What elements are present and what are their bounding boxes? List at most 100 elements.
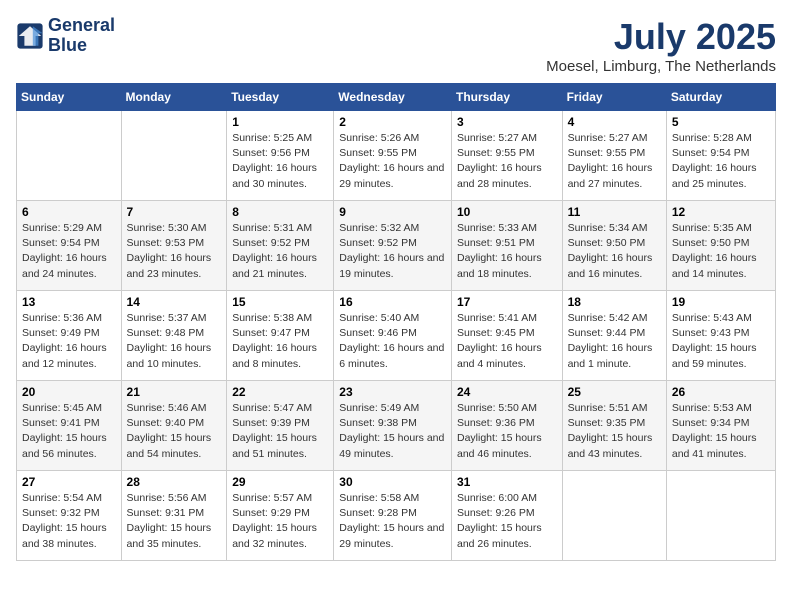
day-number: 18 — [568, 295, 661, 309]
day-cell: 5 Sunrise: 5:28 AM Sunset: 9:54 PM Daylig… — [666, 111, 775, 201]
week-row-2: 6 Sunrise: 5:29 AM Sunset: 9:54 PM Daylig… — [17, 201, 776, 291]
day-number: 9 — [339, 205, 446, 219]
day-detail: Sunrise: 5:38 AM Sunset: 9:47 PM Dayligh… — [232, 311, 328, 372]
day-detail: Sunrise: 5:47 AM Sunset: 9:39 PM Dayligh… — [232, 401, 328, 462]
header-row: SundayMondayTuesdayWednesdayThursdayFrid… — [17, 84, 776, 111]
day-cell: 4 Sunrise: 5:27 AM Sunset: 9:55 PM Daylig… — [562, 111, 666, 201]
month-title: July 2025 — [546, 16, 776, 58]
day-detail: Sunrise: 5:31 AM Sunset: 9:52 PM Dayligh… — [232, 221, 328, 282]
day-number: 31 — [457, 475, 557, 489]
day-detail: Sunrise: 5:51 AM Sunset: 9:35 PM Dayligh… — [568, 401, 661, 462]
day-detail: Sunrise: 5:42 AM Sunset: 9:44 PM Dayligh… — [568, 311, 661, 372]
day-number: 22 — [232, 385, 328, 399]
day-detail: Sunrise: 5:27 AM Sunset: 9:55 PM Dayligh… — [457, 131, 557, 192]
day-number: 14 — [127, 295, 222, 309]
day-detail: Sunrise: 5:30 AM Sunset: 9:53 PM Dayligh… — [127, 221, 222, 282]
day-cell: 28Sunrise: 5:56 AM Sunset: 9:31 PM Dayli… — [121, 471, 227, 561]
header-friday: Friday — [562, 84, 666, 111]
day-detail: Sunrise: 5:45 AM Sunset: 9:41 PM Dayligh… — [22, 401, 116, 462]
day-detail: Sunrise: 5:27 AM Sunset: 9:55 PM Dayligh… — [568, 131, 661, 192]
day-cell: 10Sunrise: 5:33 AM Sunset: 9:51 PM Dayli… — [451, 201, 562, 291]
day-cell: 1 Sunrise: 5:25 AM Sunset: 9:56 PM Daylig… — [227, 111, 334, 201]
header-saturday: Saturday — [666, 84, 775, 111]
day-detail: Sunrise: 5:36 AM Sunset: 9:49 PM Dayligh… — [22, 311, 116, 372]
day-number: 3 — [457, 115, 557, 129]
day-detail: Sunrise: 5:28 AM Sunset: 9:54 PM Dayligh… — [672, 131, 770, 192]
day-detail: Sunrise: 5:29 AM Sunset: 9:54 PM Dayligh… — [22, 221, 116, 282]
day-cell: 21Sunrise: 5:46 AM Sunset: 9:40 PM Dayli… — [121, 381, 227, 471]
day-cell: 24Sunrise: 5:50 AM Sunset: 9:36 PM Dayli… — [451, 381, 562, 471]
day-number: 28 — [127, 475, 222, 489]
day-detail: Sunrise: 5:26 AM Sunset: 9:55 PM Dayligh… — [339, 131, 446, 192]
day-cell: 13 Sunrise: 5:36 AM Sunset: 9:49 PM Dayli… — [17, 291, 122, 381]
day-cell: 11Sunrise: 5:34 AM Sunset: 9:50 PM Dayli… — [562, 201, 666, 291]
day-cell: 19 Sunrise: 5:43 AM Sunset: 9:43 PM Dayli… — [666, 291, 775, 381]
location: Moesel, Limburg, The Netherlands — [546, 58, 776, 75]
day-cell: 2 Sunrise: 5:26 AM Sunset: 9:55 PM Daylig… — [334, 111, 452, 201]
day-detail: Sunrise: 5:40 AM Sunset: 9:46 PM Dayligh… — [339, 311, 446, 372]
day-cell — [562, 471, 666, 561]
day-cell: 25Sunrise: 5:51 AM Sunset: 9:35 PM Dayli… — [562, 381, 666, 471]
day-number: 6 — [22, 205, 116, 219]
day-detail: Sunrise: 5:41 AM Sunset: 9:45 PM Dayligh… — [457, 311, 557, 372]
day-cell: 23 Sunrise: 5:49 AM Sunset: 9:38 PM Dayli… — [334, 381, 452, 471]
day-cell: 7 Sunrise: 5:30 AM Sunset: 9:53 PM Daylig… — [121, 201, 227, 291]
day-number: 29 — [232, 475, 328, 489]
day-cell: 18 Sunrise: 5:42 AM Sunset: 9:44 PM Dayli… — [562, 291, 666, 381]
header-monday: Monday — [121, 84, 227, 111]
day-detail: Sunrise: 5:46 AM Sunset: 9:40 PM Dayligh… — [127, 401, 222, 462]
day-number: 5 — [672, 115, 770, 129]
day-number: 30 — [339, 475, 446, 489]
day-cell: 8 Sunrise: 5:31 AM Sunset: 9:52 PM Daylig… — [227, 201, 334, 291]
day-number: 2 — [339, 115, 446, 129]
day-detail: Sunrise: 5:54 AM Sunset: 9:32 PM Dayligh… — [22, 491, 116, 552]
logo: General Blue — [16, 16, 115, 56]
day-number: 7 — [127, 205, 222, 219]
day-number: 12 — [672, 205, 770, 219]
day-detail: Sunrise: 5:35 AM Sunset: 9:50 PM Dayligh… — [672, 221, 770, 282]
day-cell: 17 Sunrise: 5:41 AM Sunset: 9:45 PM Dayli… — [451, 291, 562, 381]
day-number: 10 — [457, 205, 557, 219]
day-number: 26 — [672, 385, 770, 399]
day-detail: Sunrise: 5:58 AM Sunset: 9:28 PM Dayligh… — [339, 491, 446, 552]
day-detail: Sunrise: 5:53 AM Sunset: 9:34 PM Dayligh… — [672, 401, 770, 462]
day-detail: Sunrise: 5:34 AM Sunset: 9:50 PM Dayligh… — [568, 221, 661, 282]
day-cell: 22 Sunrise: 5:47 AM Sunset: 9:39 PM Dayli… — [227, 381, 334, 471]
day-number: 1 — [232, 115, 328, 129]
header-sunday: Sunday — [17, 84, 122, 111]
day-cell: 9 Sunrise: 5:32 AM Sunset: 9:52 PM Daylig… — [334, 201, 452, 291]
week-row-1: 1 Sunrise: 5:25 AM Sunset: 9:56 PM Daylig… — [17, 111, 776, 201]
day-number: 16 — [339, 295, 446, 309]
day-detail: Sunrise: 5:57 AM Sunset: 9:29 PM Dayligh… — [232, 491, 328, 552]
day-cell: 15Sunrise: 5:38 AM Sunset: 9:47 PM Dayli… — [227, 291, 334, 381]
day-cell: 31 Sunrise: 6:00 AM Sunset: 9:26 PM Dayli… — [451, 471, 562, 561]
day-cell: 3 Sunrise: 5:27 AM Sunset: 9:55 PM Daylig… — [451, 111, 562, 201]
day-detail: Sunrise: 5:25 AM Sunset: 9:56 PM Dayligh… — [232, 131, 328, 192]
day-number: 8 — [232, 205, 328, 219]
week-row-3: 13 Sunrise: 5:36 AM Sunset: 9:49 PM Dayli… — [17, 291, 776, 381]
day-number: 23 — [339, 385, 446, 399]
day-number: 19 — [672, 295, 770, 309]
day-cell: 12 Sunrise: 5:35 AM Sunset: 9:50 PM Dayli… — [666, 201, 775, 291]
day-cell: 26 Sunrise: 5:53 AM Sunset: 9:34 PM Dayli… — [666, 381, 775, 471]
logo-icon — [16, 22, 44, 50]
day-number: 17 — [457, 295, 557, 309]
day-cell: 27Sunrise: 5:54 AM Sunset: 9:32 PM Dayli… — [17, 471, 122, 561]
day-number: 24 — [457, 385, 557, 399]
logo-text: General Blue — [48, 16, 115, 56]
week-row-4: 20 Sunrise: 5:45 AM Sunset: 9:41 PM Dayli… — [17, 381, 776, 471]
header-tuesday: Tuesday — [227, 84, 334, 111]
day-detail: Sunrise: 5:43 AM Sunset: 9:43 PM Dayligh… — [672, 311, 770, 372]
day-detail: Sunrise: 6:00 AM Sunset: 9:26 PM Dayligh… — [457, 491, 557, 552]
day-detail: Sunrise: 5:49 AM Sunset: 9:38 PM Dayligh… — [339, 401, 446, 462]
day-cell — [17, 111, 122, 201]
day-detail: Sunrise: 5:32 AM Sunset: 9:52 PM Dayligh… — [339, 221, 446, 282]
header-wednesday: Wednesday — [334, 84, 452, 111]
day-number: 4 — [568, 115, 661, 129]
day-cell: 16 Sunrise: 5:40 AM Sunset: 9:46 PM Dayli… — [334, 291, 452, 381]
day-number: 20 — [22, 385, 116, 399]
day-number: 13 — [22, 295, 116, 309]
day-cell: 20 Sunrise: 5:45 AM Sunset: 9:41 PM Dayli… — [17, 381, 122, 471]
week-row-5: 27Sunrise: 5:54 AM Sunset: 9:32 PM Dayli… — [17, 471, 776, 561]
day-cell — [121, 111, 227, 201]
